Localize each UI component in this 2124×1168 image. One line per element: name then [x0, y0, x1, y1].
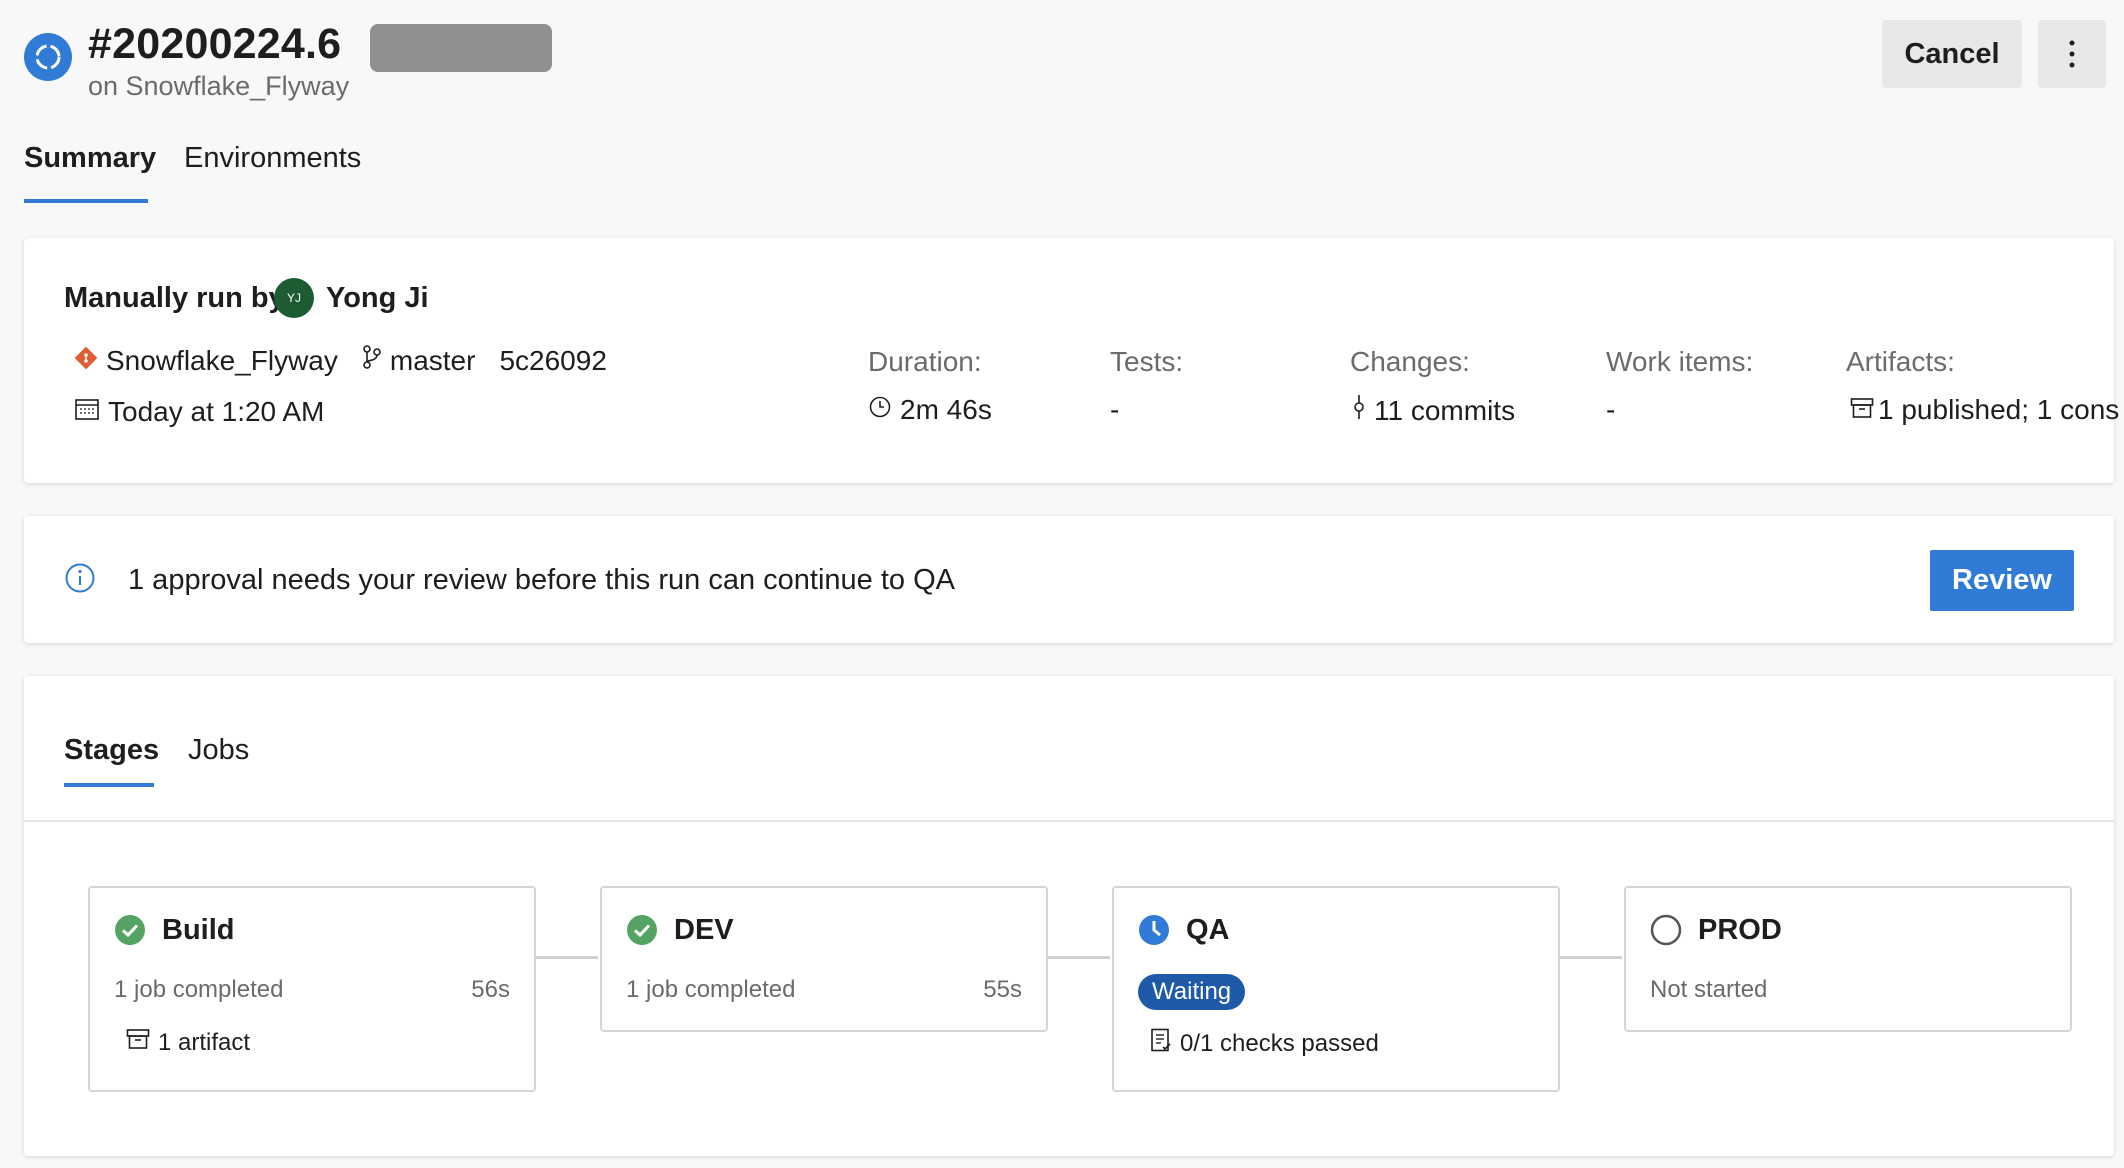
stage-checks-link[interactable]: 0/1 checks passed	[1150, 1028, 1379, 1059]
source-info-row: Snowflake_Flyway master 5c26092	[74, 344, 607, 377]
run-date-row: Today at 1:20 AM	[74, 396, 324, 428]
work-items-label: Work items:	[1606, 346, 1754, 377]
pipeline-name-subtitle: on Snowflake_Flyway	[88, 71, 350, 101]
stages-panel: Stages Jobs Build 1 job completed 56s 1 …	[24, 676, 2114, 1156]
running-status-icon	[24, 33, 72, 81]
run-date: Today at 1:20 AM	[108, 396, 325, 427]
duration-label: Duration:	[868, 346, 982, 377]
waiting-status-badge: Waiting	[1138, 974, 1246, 1010]
stage-connector	[1046, 956, 1110, 959]
not-started-circle-icon	[1650, 914, 1682, 946]
branch-icon	[362, 344, 382, 377]
info-icon	[65, 563, 95, 593]
work-items-value: -	[1606, 394, 1616, 425]
clock-icon	[868, 394, 892, 426]
artifact-icon	[126, 1028, 150, 1057]
stage-connector	[1558, 956, 1622, 959]
stage-card-prod[interactable]: PROD Not started	[1624, 886, 2072, 1032]
approval-message: 1 approval needs your review before this…	[128, 564, 955, 596]
stage-artifact-text: 1 artifact	[158, 1028, 251, 1056]
calendar-icon	[74, 396, 100, 428]
run-header: #20200224.6 on Snowflake_Flyway Cancel S…	[0, 0, 2124, 220]
stage-checks-text: 0/1 checks passed	[1180, 1029, 1379, 1057]
tests-label: Tests:	[1110, 346, 1184, 377]
more-actions-button[interactable]	[2038, 20, 2106, 88]
cancel-button[interactable]: Cancel	[1882, 20, 2022, 88]
artifacts-value-group[interactable]: 1 published; 1 cons	[1850, 394, 2120, 426]
tab-jobs[interactable]: Jobs	[188, 734, 249, 767]
divider	[24, 820, 2114, 822]
duration-value-group: 2m 46s	[868, 394, 992, 426]
stage-name: PROD	[1698, 914, 1782, 946]
stage-artifact-link[interactable]: 1 artifact	[126, 1028, 250, 1057]
changes-value[interactable]: 11 commits	[1374, 395, 1515, 427]
artifacts-label: Artifacts:	[1846, 346, 1955, 377]
artifacts-value[interactable]: 1 published; 1 cons	[1878, 394, 2119, 426]
active-tab-indicator	[24, 199, 148, 203]
run-number-title: #20200224.6	[88, 20, 342, 68]
more-vertical-icon	[2069, 40, 2075, 68]
clock-waiting-icon	[1139, 915, 1169, 945]
tab-stages[interactable]: Stages	[64, 734, 159, 767]
artifact-icon	[1850, 394, 1874, 426]
stage-duration: 56s	[471, 976, 510, 1003]
branch-link[interactable]: master	[390, 345, 476, 377]
run-summary-card: Manually run by YJ Yong Ji Snowflake_Fly…	[24, 238, 2119, 483]
stage-name: QA	[1186, 914, 1230, 946]
stage-name: Build	[162, 914, 235, 946]
git-repo-icon	[74, 345, 98, 377]
stage-jobs-status: 1 job completed	[114, 976, 284, 1003]
check-circle-icon	[627, 915, 657, 945]
repo-link[interactable]: Snowflake_Flyway	[106, 345, 338, 377]
stage-jobs-status: Not started	[1650, 976, 1768, 1003]
checklist-icon	[1150, 1028, 1172, 1059]
duration-value: 2m 46s	[900, 394, 992, 425]
redacted-run-name	[370, 24, 552, 72]
tests-value: -	[1110, 394, 1120, 425]
tab-environments[interactable]: Environments	[184, 142, 361, 175]
stage-card-qa[interactable]: QA Waiting 0/1 checks passed	[1112, 886, 1560, 1092]
stage-duration: 55s	[983, 976, 1022, 1003]
commit-icon	[1352, 394, 1366, 427]
changes-label: Changes:	[1350, 346, 1470, 377]
review-button[interactable]: Review	[1930, 550, 2074, 611]
avatar: YJ	[274, 278, 314, 318]
changes-value-group[interactable]: 11 commits	[1352, 394, 1515, 427]
check-circle-icon	[115, 915, 145, 945]
tab-summary[interactable]: Summary	[24, 142, 156, 175]
stage-card-build[interactable]: Build 1 job completed 56s 1 artifact	[88, 886, 536, 1092]
active-stage-tab-indicator	[64, 783, 154, 787]
stage-jobs-status: 1 job completed	[626, 976, 796, 1003]
commit-link[interactable]: 5c26092	[499, 345, 606, 377]
stage-card-dev[interactable]: DEV 1 job completed 55s	[600, 886, 1048, 1032]
user-name: Yong Ji	[326, 282, 429, 314]
run-by-label: Manually run by	[64, 282, 285, 314]
stage-name: DEV	[674, 914, 734, 946]
approval-banner: 1 approval needs your review before this…	[24, 516, 2114, 643]
stage-connector	[534, 956, 598, 959]
